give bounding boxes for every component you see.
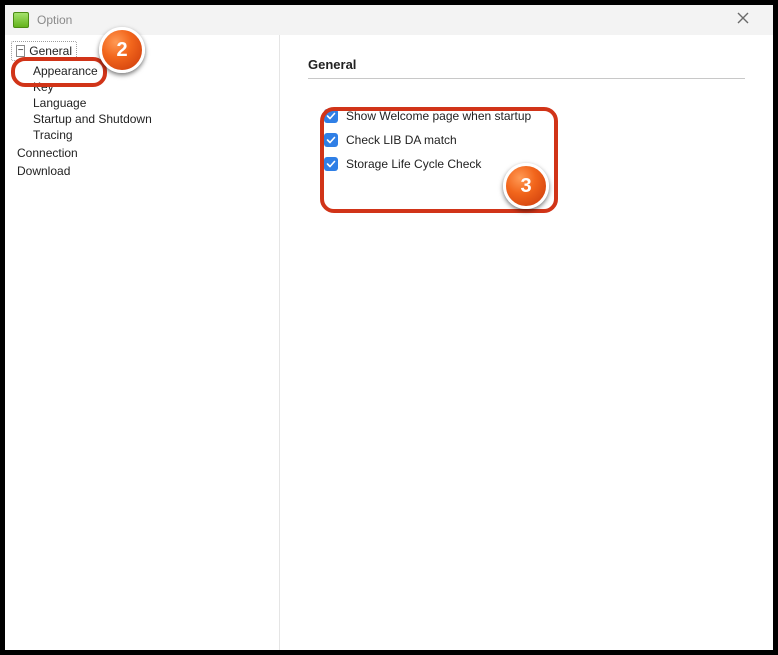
tree-node-general[interactable]: − General xyxy=(11,41,77,61)
tree-node-language[interactable]: Language xyxy=(33,95,279,111)
tree-node-appearance[interactable]: Appearance xyxy=(33,63,279,79)
collapse-icon[interactable]: − xyxy=(16,45,25,57)
app-icon xyxy=(13,12,29,28)
check-row-welcome: Show Welcome page when startup xyxy=(324,109,731,123)
checkmark-icon xyxy=(326,159,336,169)
checkmark-icon xyxy=(326,135,336,145)
divider xyxy=(308,78,745,79)
checkbox-lib-da-match[interactable] xyxy=(324,133,338,147)
tree-children: Appearance Key Language Startup and Shut… xyxy=(33,63,279,143)
check-row-lib-da: Check LIB DA match xyxy=(324,133,731,147)
tree-node-download[interactable]: Download xyxy=(17,163,279,179)
main-panel: General Show Welcome page when startup C… xyxy=(280,35,773,650)
general-options-group: Show Welcome page when startup Check LIB… xyxy=(308,97,745,189)
checkbox-label: Show Welcome page when startup xyxy=(346,109,531,123)
tree-node-key[interactable]: Key xyxy=(33,79,279,95)
panel-heading: General xyxy=(308,57,745,72)
check-row-storage-life: Storage Life Cycle Check xyxy=(324,157,731,171)
tree-node-connection[interactable]: Connection xyxy=(17,145,279,161)
window-title: Option xyxy=(37,13,72,27)
checkbox-label: Storage Life Cycle Check xyxy=(346,157,481,171)
option-window: Option − General Appearance Key Language… xyxy=(0,0,778,655)
close-icon xyxy=(737,11,749,28)
tree-node-startup-shutdown[interactable]: Startup and Shutdown xyxy=(33,111,279,127)
titlebar: Option xyxy=(5,5,773,35)
close-button[interactable] xyxy=(723,9,763,31)
nav-tree: − General Appearance Key Language Startu… xyxy=(5,35,280,650)
checkmark-icon xyxy=(326,111,336,121)
checkbox-show-welcome[interactable] xyxy=(324,109,338,123)
content-area: − General Appearance Key Language Startu… xyxy=(5,35,773,650)
checkbox-label: Check LIB DA match xyxy=(346,133,457,147)
tree-node-tracing[interactable]: Tracing xyxy=(33,127,279,143)
tree-node-label: General xyxy=(29,44,72,58)
checkbox-storage-life-cycle[interactable] xyxy=(324,157,338,171)
